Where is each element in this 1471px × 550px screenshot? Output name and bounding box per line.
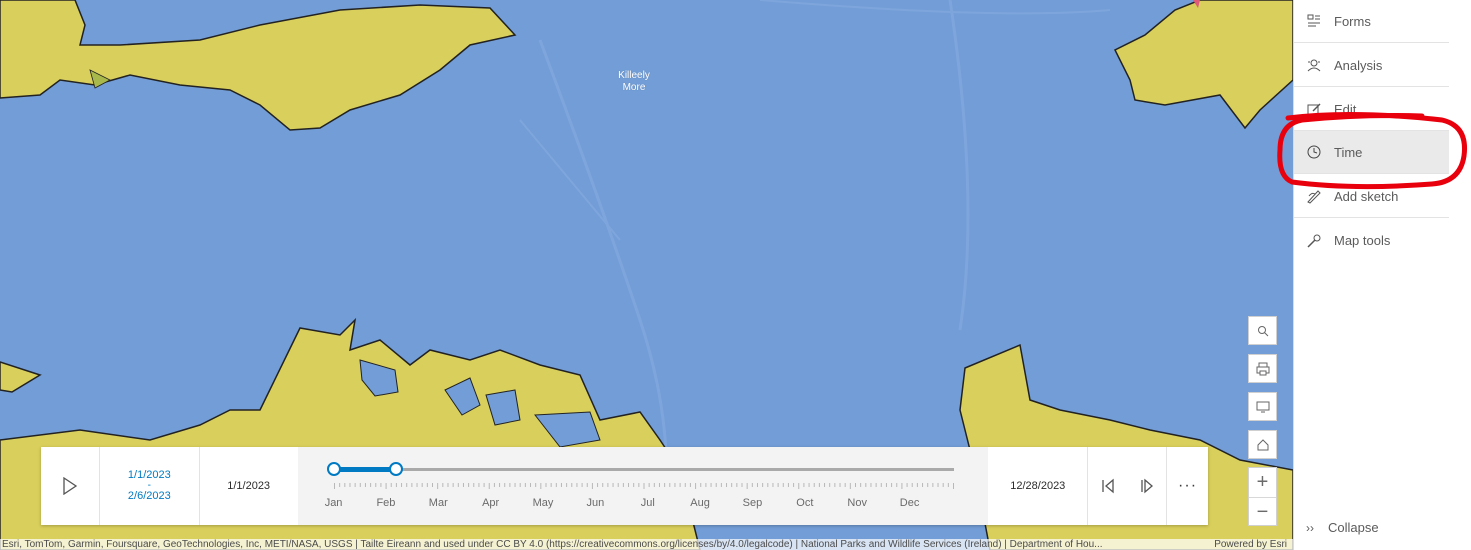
- print-button[interactable]: [1248, 354, 1277, 383]
- month-label: Feb: [376, 497, 396, 509]
- search-widget-button[interactable]: [1248, 316, 1277, 345]
- month-label: Nov: [847, 497, 867, 509]
- month-label: Aug: [690, 497, 710, 509]
- print-icon: [1256, 362, 1269, 375]
- powered-by-link[interactable]: Powered by Esri: [1214, 539, 1287, 550]
- month-label: Apr: [482, 497, 500, 509]
- slider-track-area[interactable]: Jan Feb Mar Apr May Jun Jul Aug Sep Oct Nov Dec: [297, 447, 989, 525]
- month-label: Jun: [586, 497, 605, 509]
- search-icon: [1257, 325, 1268, 336]
- panel-item-label: Time: [1334, 144, 1363, 160]
- forms-icon: [1306, 13, 1322, 29]
- edit-icon: [1306, 101, 1322, 117]
- month-label: Jan: [324, 497, 343, 509]
- attribution-bar: Esri, TomTom, Garmin, Foursquare, GeoTec…: [0, 539, 1293, 550]
- wrench-icon: [1306, 233, 1322, 249]
- collapse-button[interactable]: ›› Collapse: [1306, 520, 1379, 535]
- more-options-button[interactable]: ···: [1166, 447, 1208, 525]
- clock-icon: [1306, 144, 1322, 160]
- home-icon: [1257, 438, 1268, 450]
- slider-ticks: [333, 483, 954, 489]
- previous-button[interactable]: [1088, 447, 1127, 525]
- month-label: Mar: [428, 497, 448, 509]
- range-end: 2/6/2023: [127, 490, 171, 502]
- panel-item-label: Add sketch: [1334, 188, 1399, 204]
- month-label: May: [532, 497, 554, 509]
- zoom-in-button[interactable]: +: [1249, 468, 1276, 498]
- play-icon: [63, 477, 78, 495]
- step-forward-icon: [1140, 478, 1153, 494]
- attribution-text[interactable]: Esri, TomTom, Garmin, Foursquare, GeoTec…: [2, 539, 1198, 550]
- slider-thumb-start[interactable]: [326, 462, 341, 476]
- panel-item-label: Analysis: [1334, 57, 1383, 73]
- zoom-out-button[interactable]: −: [1249, 498, 1276, 527]
- panel-item-label: Map tools: [1334, 233, 1391, 248]
- max-date: 12/28/2023: [988, 447, 1089, 525]
- time-slider: 1/1/2023 - 2/6/2023 1/1/2023 Jan Feb Mar Ap…: [41, 447, 1208, 525]
- panel-item-time[interactable]: Time: [1294, 131, 1449, 174]
- month-label: Sep: [742, 497, 763, 509]
- panel-item-label: Edit: [1334, 101, 1357, 117]
- chevrons-right-icon: ››: [1306, 520, 1314, 535]
- play-button[interactable]: [41, 447, 100, 525]
- slider-selection: [333, 467, 396, 472]
- panel-item-map-tools[interactable]: Map tools: [1294, 219, 1449, 262]
- month-label: Oct: [796, 497, 814, 509]
- panel-item-label: Forms: [1334, 13, 1371, 29]
- action-panel: Forms Analysis Edit Time Add sketch Map …: [1293, 0, 1471, 550]
- next-button[interactable]: [1127, 447, 1166, 525]
- slider-track[interactable]: [333, 468, 954, 471]
- analysis-icon: [1306, 57, 1322, 73]
- min-date: 1/1/2023: [227, 480, 271, 492]
- panel-item-edit[interactable]: Edit: [1294, 88, 1449, 131]
- home-button[interactable]: [1248, 430, 1277, 459]
- fullscreen-icon: [1256, 401, 1269, 412]
- step-back-icon: [1102, 478, 1114, 494]
- month-label: Jul: [640, 497, 655, 509]
- fullscreen-button[interactable]: [1248, 392, 1277, 421]
- time-extent-label: 1/1/2023 - 2/6/2023: [100, 447, 200, 525]
- collapse-label: Collapse: [1328, 520, 1379, 535]
- month-label: Dec: [899, 497, 920, 509]
- panel-item-analysis[interactable]: Analysis: [1294, 44, 1449, 87]
- slider-thumb-end[interactable]: [388, 462, 403, 476]
- panel-item-forms[interactable]: Forms: [1294, 0, 1449, 43]
- sketch-icon: [1306, 188, 1322, 204]
- zoom-control: + −: [1248, 467, 1277, 526]
- place-label: Killeely More: [618, 70, 650, 93]
- panel-item-add-sketch[interactable]: Add sketch: [1294, 175, 1449, 218]
